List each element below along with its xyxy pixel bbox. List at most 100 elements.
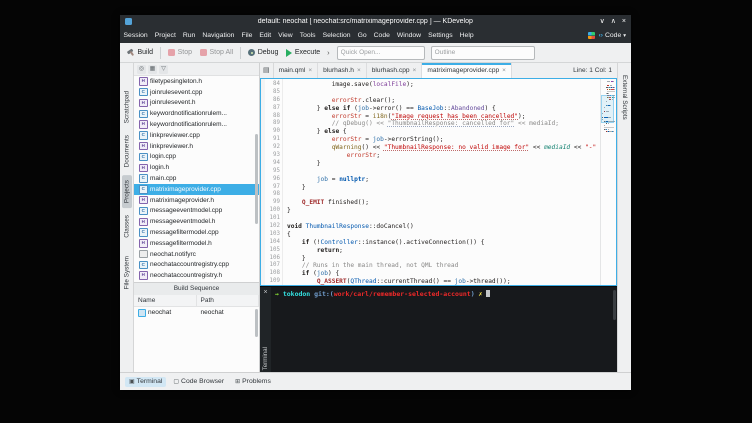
tree-item-label: messagefiltermodel.h [150,239,212,247]
minimize-icon[interactable]: ∨ [600,15,605,28]
tree-item[interactable]: Cmain.cpp [134,173,259,184]
tab-blurhash-h[interactable]: blurhash.h × [318,63,367,78]
terminal-panel-title[interactable]: Terminal [262,344,269,370]
column-header-path[interactable]: Path [197,295,259,306]
left-dock-tabbar: Scratchpad Documents Projects Classes File S… [120,63,134,372]
terminal-output[interactable]: → tokodon git:(work/carl/remember-select… [271,287,617,372]
tree-item[interactable]: Hfiletypesingleton.h [134,76,259,87]
column-header-name[interactable]: Name [134,295,197,306]
dock-tab-documents[interactable]: Documents [122,130,132,172]
tree-scrollbar[interactable] [255,134,258,224]
build-sequence-name: neochat [148,309,172,316]
close-icon[interactable]: × [357,67,361,74]
quick-open-input[interactable] [336,45,425,60]
chevron-down-icon: ▾ [623,32,626,39]
code-token: ::instance().activeConnection()) { [357,238,485,246]
statusbar-toggle-terminal[interactable]: Terminal [125,376,167,387]
tree-item[interactable]: neochat.notifyrc [134,249,259,260]
area-switcher[interactable]: Code ▾ [599,32,626,39]
line-number: 99 [273,199,280,206]
menu-code[interactable]: Code [370,28,393,43]
tree-item[interactable]: Hjoinrulesevent.h [134,98,259,109]
code-line: if (job) { [287,270,600,278]
build-sequence-scrollbar[interactable] [255,309,258,337]
show-targets-icon[interactable] [148,64,157,74]
debug-button[interactable]: Debug [245,47,281,59]
dock-tab-scratchpad[interactable]: Scratchpad [122,86,132,128]
header-file-icon: H [139,271,148,280]
tree-item-label: linkpreviewer.h [150,142,193,150]
build-button[interactable]: Build [124,47,156,59]
filter-icon[interactable] [159,64,168,74]
tree-item[interactable]: Hlogin.h [134,162,259,173]
problems-icon [235,378,240,385]
document-list-icon[interactable] [260,63,274,78]
tree-item[interactable]: Clogin.cpp [134,152,259,163]
project-icon [138,308,146,317]
tab-main-qml[interactable]: main.qml × [274,63,319,78]
build-sequence-header: Name Path [134,295,259,307]
tree-item[interactable]: Hlinkpreviewer.h [134,141,259,152]
tree-item[interactable]: Cmessageeventmodel.cpp [134,206,259,217]
tree-item[interactable]: Ckeywordnotificationrulem... [134,108,259,119]
close-icon[interactable]: × [308,67,312,74]
menu-file[interactable]: File [238,28,256,43]
tree-item[interactable]: Hmatriximageprovider.h [134,195,259,206]
tree-item[interactable]: Clinkpreviewer.cpp [134,130,259,141]
menu-edit[interactable]: Edit [256,28,275,43]
dock-tab-projects[interactable]: Projects [121,174,132,208]
close-icon[interactable]: × [502,67,506,74]
project-file-tree[interactable]: Hfiletypesingleton.h Cjoinrulesevent.cpp H… [134,76,259,282]
close-icon[interactable]: × [263,289,267,296]
code-token: qWarning [331,144,362,152]
menu-session[interactable]: Session [120,28,151,43]
tree-item[interactable]: Cmatriximageprovider.cpp [134,183,259,195]
close-icon[interactable]: × [622,15,626,28]
tree-item[interactable]: Hneochataccountregistry.h [134,270,259,281]
titlebar[interactable]: default: neochat [ neochat:src/matrixima… [120,15,631,28]
dock-tab-file-system[interactable]: File System [122,251,132,294]
execute-button[interactable]: Execute [283,46,323,59]
menu-go[interactable]: Go [354,28,370,43]
tree-item[interactable]: Hkeywordnotificationrulem... [134,119,259,130]
minimap-viewport[interactable] [601,95,614,123]
code-line: qWarning() << "ThumbnailResponse: no val… [287,144,600,152]
code-token: ThumbnailResponse [305,223,369,231]
outline-input[interactable] [430,45,535,60]
editor-column: main.qml×blurhash.h×blurhash.cpp×matrixi… [260,63,617,372]
menu-project[interactable]: Project [151,28,179,43]
tree-item[interactable]: Cneochataccountregistry.cpp [134,260,259,271]
dock-tab-external-scripts[interactable]: External Scripts [620,70,630,125]
statusbar-toggle-problems[interactable]: Problems [231,377,275,387]
menu-settings[interactable]: Settings [425,28,457,43]
menu-selection[interactable]: Selection [319,28,354,43]
menu-view[interactable]: View [275,28,297,43]
code-area[interactable]: image.save(localFile); errorStr.clear();… [282,79,600,285]
tab-blurhash-cpp[interactable]: blurhash.cpp × [367,63,423,78]
tree-item[interactable]: Hmessageeventmodel.h [134,216,259,227]
menu-tools[interactable]: Tools [296,28,319,43]
locate-document-icon[interactable] [137,64,146,74]
code-editor[interactable]: 84 85 86 87 88 89 90 91 92 93 94 95 96 97 98 99 100 101 10… [260,78,617,286]
tree-item[interactable]: Cjoinrulesevent.cpp [134,87,259,98]
tab-matriximageprovider-cpp[interactable]: matriximageprovider.cpp × [422,63,512,78]
editor-minimap[interactable] [600,79,616,285]
working-set-icon[interactable] [587,32,595,39]
statusbar-toggle-code-browser[interactable]: Code Browser [169,377,228,387]
terminal-panel: × Terminal → tokodon git:(work/carl/reme… [260,286,617,372]
build-sequence-row[interactable]: neochat neochat [134,307,259,318]
maximize-icon[interactable]: ∧ [611,15,616,28]
tree-item[interactable]: Cmessagefiltermodel.cpp [134,227,259,238]
menu-navigation[interactable]: Navigation [199,28,238,43]
tree-item[interactable]: Hmessagefiltermodel.h [134,238,259,249]
terminal-cursor[interactable] [486,290,490,297]
menu-help[interactable]: Help [456,28,477,43]
terminal-scrollbar[interactable] [613,290,616,320]
dock-tab-classes[interactable]: Classes [122,210,132,243]
cpp-file-icon: C [139,228,148,237]
terminal-titlebar: × Terminal [260,287,271,372]
menu-window[interactable]: Window [393,28,424,43]
toolbar-extension-icon[interactable]: › [325,48,332,57]
close-icon[interactable]: × [413,67,417,74]
menu-run[interactable]: Run [179,28,198,43]
